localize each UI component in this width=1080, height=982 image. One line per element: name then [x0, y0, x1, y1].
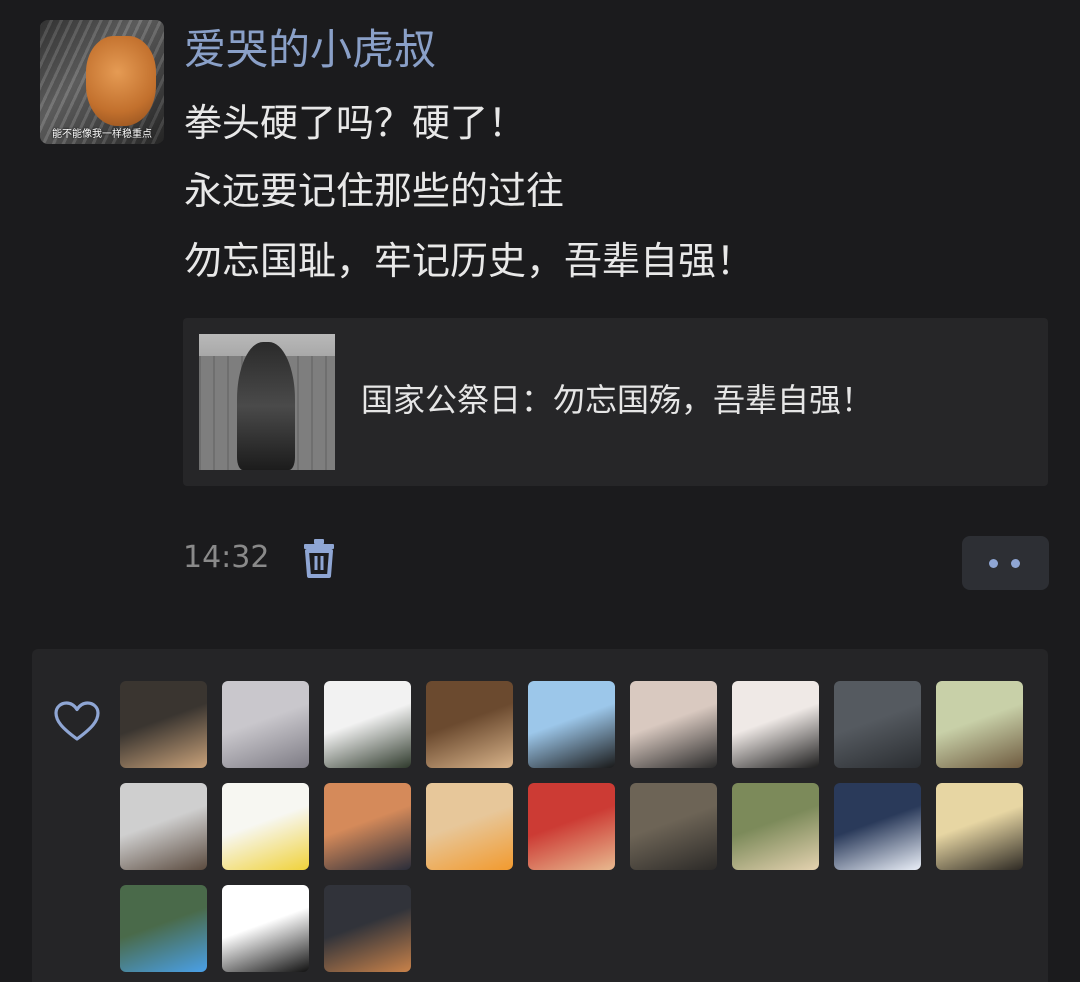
author-name[interactable]: 爱哭的小虎叔: [184, 22, 436, 78]
link-title: 国家公祭日：勿忘国殇，吾辈自强！: [361, 381, 874, 419]
shared-link-card[interactable]: 国家公祭日：勿忘国殇，吾辈自强！: [183, 318, 1048, 486]
liker-avatar-19[interactable]: [120, 885, 207, 972]
liker-avatar-2[interactable]: [222, 681, 309, 768]
cat-image: [86, 36, 156, 126]
liker-avatar-9[interactable]: [936, 681, 1023, 768]
liker-avatar-16[interactable]: [732, 783, 819, 870]
liker-avatar-5[interactable]: [528, 681, 615, 768]
liker-avatar-3[interactable]: [324, 681, 411, 768]
author-avatar[interactable]: 能不能像我一样稳重点: [40, 20, 164, 144]
liker-avatar-20[interactable]: [222, 885, 309, 972]
liker-avatar-4[interactable]: [426, 681, 513, 768]
link-thumbnail: [199, 334, 335, 470]
more-dots-icon: [1011, 559, 1020, 568]
post-text-line-3: 勿忘国耻，牢记历史，吾辈自强！: [184, 239, 755, 283]
liker-avatar-6[interactable]: [630, 681, 717, 768]
likes-panel: [32, 649, 1048, 982]
liker-avatar-7[interactable]: [732, 681, 819, 768]
more-dots-icon: [989, 559, 998, 568]
liker-avatar-10[interactable]: [120, 783, 207, 870]
liker-avatar-1[interactable]: [120, 681, 207, 768]
more-actions-button[interactable]: [962, 536, 1049, 590]
liker-avatar-21[interactable]: [324, 885, 411, 972]
post-text-line-2: 永远要记住那些的过往: [184, 169, 565, 213]
liker-avatar-18[interactable]: [936, 783, 1023, 870]
liker-avatar-17[interactable]: [834, 783, 921, 870]
heart-icon[interactable]: [54, 701, 100, 743]
liker-avatar-8[interactable]: [834, 681, 921, 768]
liker-avatar-14[interactable]: [528, 783, 615, 870]
post-text-line-1: 拳头硬了吗？硬了！: [184, 101, 527, 145]
liker-avatar-11[interactable]: [222, 783, 309, 870]
liker-avatar-15[interactable]: [630, 783, 717, 870]
post-time: 14:32: [183, 540, 270, 575]
liker-avatar-13[interactable]: [426, 783, 513, 870]
avatar-caption: 能不能像我一样稳重点: [52, 129, 152, 140]
trash-icon[interactable]: [302, 538, 336, 578]
memorial-statue: [237, 342, 295, 470]
liker-avatar-12[interactable]: [324, 783, 411, 870]
